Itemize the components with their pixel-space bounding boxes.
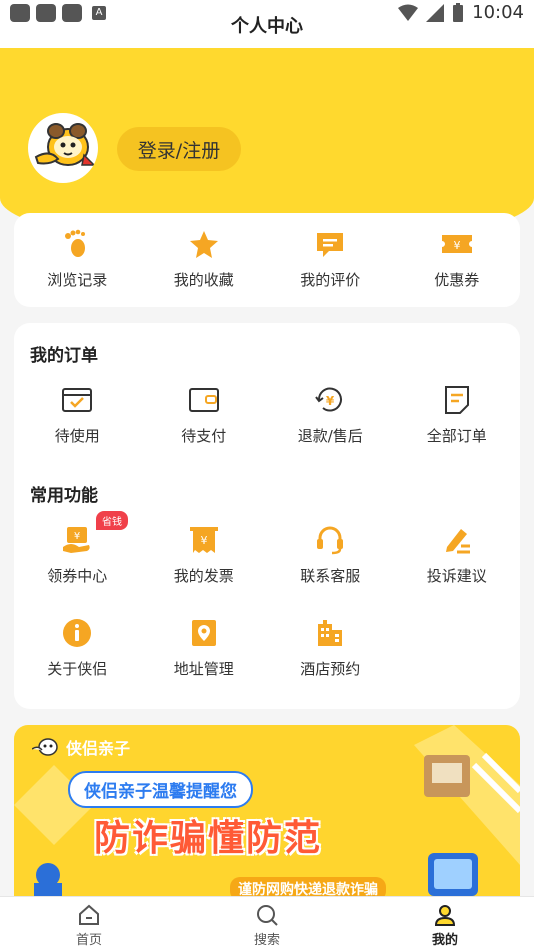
function-customer-service[interactable]: 联系客服 <box>267 525 394 586</box>
tab-mine[interactable]: 我的 <box>356 897 534 950</box>
order-to-use[interactable]: 待使用 <box>14 385 141 446</box>
all-orders-icon <box>444 386 469 414</box>
function-label: 联系客服 <box>300 567 361 585</box>
svg-text:¥: ¥ <box>200 534 207 547</box>
function-label: 领券中心 <box>47 567 108 585</box>
invoice-icon: ¥ <box>189 527 218 553</box>
tab-search[interactable]: 搜索 <box>178 897 356 950</box>
function-invoice[interactable]: ¥ 我的发票 <box>141 525 268 586</box>
order-refund[interactable]: ¥ 退款/售后 <box>267 385 394 446</box>
banner-tip: 谨防网购快递退款诈骗 <box>230 877 386 896</box>
function-label: 投诉建议 <box>426 567 487 585</box>
quick-link-label: 优惠券 <box>434 271 480 289</box>
star-icon <box>189 231 218 258</box>
refund-icon: ¥ <box>315 387 343 412</box>
hotel-icon <box>318 620 343 646</box>
order-label: 待支付 <box>181 427 227 445</box>
tab-home[interactable]: 首页 <box>0 897 178 950</box>
status-icons-right: 10:04 <box>398 2 524 23</box>
info-icon <box>63 619 92 647</box>
order-label: 退款/售后 <box>297 427 363 445</box>
user-icon <box>434 905 456 926</box>
feedback-icon <box>445 529 470 554</box>
svg-text:¥: ¥ <box>74 531 80 542</box>
bottom-tab-bar: 首页 搜索 我的 <box>0 896 534 950</box>
function-address[interactable]: 地址管理 <box>141 618 268 679</box>
quick-link-reviews[interactable]: 我的评价 <box>267 213 394 307</box>
orders-functions-card: 我的订单 待使用 待支付 ¥ 退款/售后 全部订单 常用功能 省钱 ¥ 领券中心… <box>14 323 520 709</box>
signal-icon <box>426 3 445 22</box>
functions-row-1: 省钱 ¥ 领券中心 ¥ 我的发票 联系客服 投诉建议 <box>14 511 521 586</box>
quick-link-label: 浏览记录 <box>47 271 108 289</box>
orders-row: 待使用 待支付 ¥ 退款/售后 全部订单 <box>14 385 520 446</box>
headset-icon <box>317 526 344 555</box>
to-use-icon <box>62 388 93 412</box>
footprint-icon <box>65 229 86 257</box>
wifi-icon <box>398 4 419 21</box>
status-bar: A 个人中心 10:04 <box>0 0 534 48</box>
coupon-icon: ¥ <box>441 235 472 253</box>
svg-text:¥: ¥ <box>453 239 460 252</box>
quick-link-favorites[interactable]: 我的收藏 <box>141 213 268 307</box>
search-icon <box>257 905 278 926</box>
comment-icon <box>317 233 344 257</box>
function-feedback[interactable]: 投诉建议 <box>394 525 521 586</box>
banner-brand-text: 侠侣亲子 <box>66 739 131 758</box>
quick-link-coupons[interactable]: ¥ 优惠券 <box>394 213 521 307</box>
quick-link-label: 我的收藏 <box>173 271 234 289</box>
wallet-icon <box>188 388 219 412</box>
function-label: 关于侠侣 <box>47 660 108 678</box>
login-register-button[interactable]: 登录/注册 <box>117 127 241 171</box>
order-to-pay[interactable]: 待支付 <box>141 385 268 446</box>
banner-headline: 防诈骗懂防范 <box>94 818 323 859</box>
banner-brand: 侠侣亲子 <box>32 735 130 759</box>
banner-subtitle: 侠侣亲子温馨提醒您 <box>68 771 253 808</box>
tab-label: 首页 <box>75 933 102 948</box>
avatar[interactable] <box>28 113 98 183</box>
function-label: 酒店预约 <box>300 660 361 678</box>
mascot-icon <box>34 123 96 166</box>
save-money-badge: 省钱 <box>96 511 128 530</box>
order-label: 全部订单 <box>426 427 487 445</box>
function-about[interactable]: 关于侠侣 <box>14 618 141 679</box>
order-label: 待使用 <box>54 427 100 445</box>
quick-links-card: 浏览记录 我的收藏 我的评价 ¥ 优惠券 <box>14 213 520 307</box>
mascot-small-icon <box>32 738 58 756</box>
coupon-center-icon: ¥ <box>63 527 90 553</box>
home-icon <box>79 904 99 925</box>
svg-text:¥: ¥ <box>326 394 335 408</box>
functions-section-title: 常用功能 <box>30 486 98 506</box>
orders-section-title: 我的订单 <box>30 346 98 366</box>
function-hotel[interactable]: 酒店预约 <box>267 618 394 679</box>
functions-row-2: 关于侠侣 地址管理 酒店预约 <box>14 618 520 679</box>
battery-icon <box>453 2 464 22</box>
function-label: 我的发票 <box>173 567 234 585</box>
order-all[interactable]: 全部订单 <box>394 385 521 446</box>
anti-fraud-banner[interactable]: 侠侣亲子 侠侣亲子温馨提醒您 防诈骗懂防范 谨防网购快递退款诈骗 <box>14 725 520 896</box>
quick-link-history[interactable]: 浏览记录 <box>14 213 141 307</box>
function-coupon-center[interactable]: 省钱 ¥ 领券中心 <box>14 511 141 586</box>
tab-label: 我的 <box>431 933 458 948</box>
function-label: 地址管理 <box>173 660 234 678</box>
quick-link-label: 我的评价 <box>300 271 361 289</box>
address-icon <box>191 620 216 646</box>
clock: 10:04 <box>472 2 524 23</box>
tab-label: 搜索 <box>253 933 280 948</box>
